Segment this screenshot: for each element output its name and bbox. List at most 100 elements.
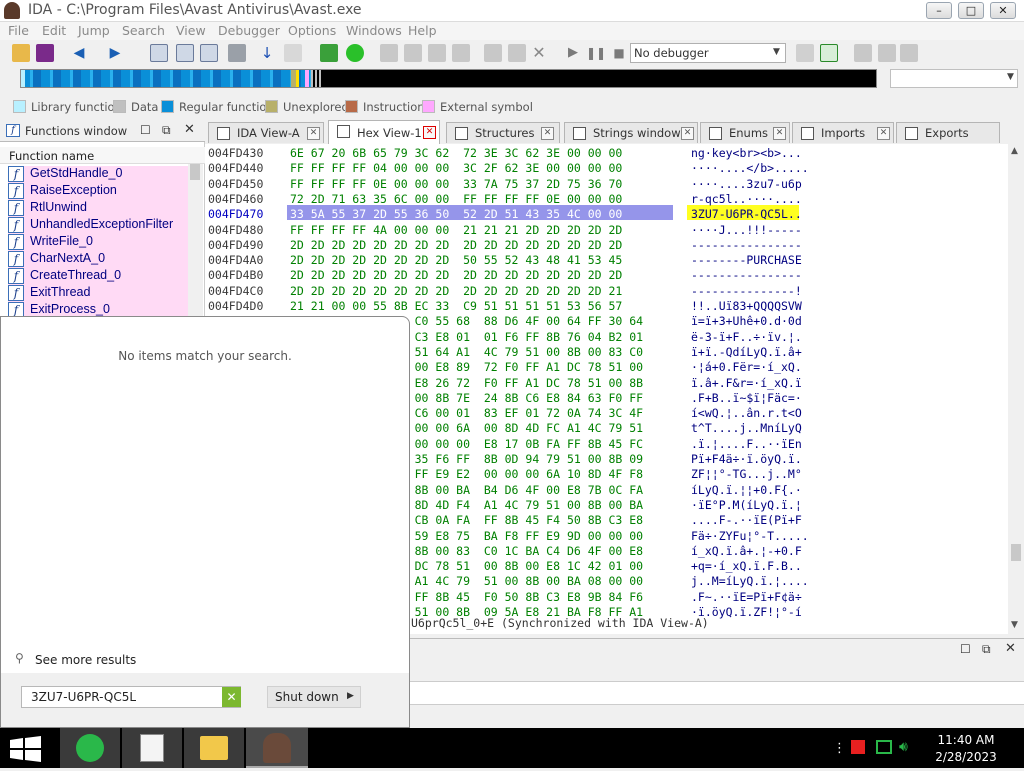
hex-ascii[interactable]: ë-3-ï+F..÷·ïv.¦.	[691, 330, 802, 344]
attach-process-icon[interactable]	[820, 44, 838, 62]
function-item[interactable]: f UnhandledExceptionFilter	[8, 217, 188, 234]
menu-view[interactable]: View	[176, 23, 206, 38]
menu-help[interactable]: Help	[408, 23, 437, 38]
tab-ida-view-a[interactable]: IDA View-A ✕	[208, 122, 324, 143]
start-search-input[interactable]: 3ZU7-U6PR-QC5L ✕	[21, 686, 241, 708]
taskbar-app-3[interactable]	[184, 728, 244, 768]
hex-bytes[interactable]: 51 64 A1 4C 79 51 00 8B 00 83 C0	[290, 345, 644, 359]
hex-bytes[interactable]: 00 00 6A 00 8D 4D FC A1 4C 79 51	[290, 421, 644, 435]
hex-bytes[interactable]: C6 00 01 83 EF 01 72 0A 74 3C 4F	[290, 406, 644, 420]
down-arrow-icon[interactable]: ↓	[258, 44, 276, 62]
function-item[interactable]: f WriteFile_0	[8, 234, 188, 251]
hex-scrollbar[interactable]: ▲ ▼	[1008, 144, 1024, 634]
hex-ascii[interactable]: j..M=íLyQ.ï.¦....	[691, 574, 809, 588]
hex-ascii[interactable]: ····J...!!!-----	[691, 223, 802, 237]
tab-exports[interactable]: Exports	[896, 122, 1000, 143]
hex-ascii[interactable]: ----------------	[691, 238, 802, 252]
tab-hex-view-1[interactable]: Hex View-1 ✕	[328, 120, 440, 144]
hex-bytes[interactable]: 00 00 00 E8 17 0B FA FF 8B 45 FC	[290, 437, 644, 451]
hex-bytes[interactable]: 6E 67 20 6B 65 79 3C 62 72 3E 3C 62 3E 0…	[290, 146, 622, 160]
taskbar-app-ida[interactable]	[246, 728, 308, 768]
hex-bytes[interactable]: 2D 2D 2D 2D 2D 2D 2D 2D 2D 2D 2D 2D 2D 2…	[290, 268, 622, 282]
hex-bytes[interactable]: 33 5A 55 37 2D 55 36 50 52 2D 51 43 35 4…	[290, 207, 622, 221]
close-panel-icon[interactable]: ✕	[184, 122, 195, 137]
restore-panel-icon[interactable]: ⧉	[162, 123, 171, 138]
hex-ascii[interactable]: ---------------!	[691, 284, 802, 298]
function-item[interactable]: f ExitThread	[8, 285, 188, 302]
stop-icon[interactable]: ■	[610, 44, 628, 62]
restore-panel-icon[interactable]: ⧉	[982, 642, 991, 657]
hex-ascii[interactable]: ï=ï+3+Uhê+0.d·0d	[691, 314, 802, 328]
hex-ascii[interactable]: ng·key<br><b>...	[691, 146, 802, 160]
function-name-column-header[interactable]: Function name	[0, 147, 205, 164]
hex-bytes[interactable]: 51 00 8B 09 5A E8 21 BA F8 FF A1	[290, 605, 644, 619]
tab-close-icon[interactable]: ✕	[307, 127, 320, 140]
hex-ascii[interactable]: ·¦á+0.Fër=·í_xQ.	[691, 360, 802, 374]
tools-icon[interactable]	[900, 44, 918, 62]
hex-ascii[interactable]: íLyQ.ï.¦¦+0.F{.·	[691, 483, 802, 497]
hex-ascii[interactable]: í_xQ.ï.â+.¦-+0.F	[691, 544, 802, 558]
binary-100-icon[interactable]	[200, 44, 218, 62]
maximize-button[interactable]: □	[958, 2, 984, 19]
taskbar-app-1[interactable]	[60, 728, 120, 768]
menu-options[interactable]: Options	[288, 23, 336, 38]
hex-ascii[interactable]: .F+B..ï~$ï¦Fäc=·	[691, 391, 802, 405]
clock-time[interactable]: 11:40 AM	[928, 733, 1004, 747]
hex-view[interactable]: 004FD430 6E 67 20 6B 65 79 3C 62 72 3E 3C…	[205, 144, 1024, 634]
menu-windows[interactable]: Windows	[346, 23, 402, 38]
back-arrow-icon[interactable]: ◀	[70, 44, 88, 62]
structure-icon[interactable]	[380, 44, 398, 62]
hex-ascii[interactable]: !!..Uï83+QQQQSVW	[691, 299, 802, 313]
hex-ascii[interactable]: +q=·í_xQ.ï.F.B..	[691, 559, 802, 573]
watch-icon[interactable]	[878, 44, 896, 62]
minimize-button[interactable]: –	[926, 2, 952, 19]
forward-arrow-icon[interactable]: ▶	[106, 44, 124, 62]
hex-bytes[interactable]: 2D 2D 2D 2D 2D 2D 2D 2D 2D 2D 2D 2D 2D 2…	[290, 284, 622, 298]
hex-scroll-thumb[interactable]	[1011, 544, 1021, 561]
hex-ascii[interactable]: ZF¦¦°-TG...j..M°	[691, 467, 802, 481]
tab-strings-window[interactable]: Strings window ✕	[564, 122, 698, 143]
xref-icon[interactable]	[484, 44, 502, 62]
hex-ascii[interactable]: ï.â+.F&r=·í_xQ.ï	[691, 376, 802, 390]
edit-icon[interactable]	[284, 44, 302, 62]
open-folder-icon[interactable]	[12, 44, 30, 62]
functions-scrollbar[interactable]	[188, 164, 203, 320]
hex-ascii[interactable]: Fä÷·ZYFu¦°-T.....	[691, 529, 809, 543]
volume-icon[interactable]: 🔊︎	[899, 739, 908, 755]
hex-bytes[interactable]: 72 2D 71 63 35 6C 00 00 FF FF FF FF 0E 0…	[290, 192, 622, 206]
binoculars-icon[interactable]	[228, 44, 246, 62]
hex-ascii[interactable]: ·ïE°P.M(íLyQ.ï.¦	[691, 498, 802, 512]
hex-ascii[interactable]: í<wQ.¦..ân.r.t<O	[691, 406, 802, 420]
tab-close-icon[interactable]: ✕	[541, 127, 554, 140]
tab-imports[interactable]: Imports ✕	[792, 122, 894, 143]
hex-ascii[interactable]: ·ï.öyQ.ï.ZF!¦°-í	[691, 605, 802, 619]
hex-bytes[interactable]: E8 26 72 F0 FF A1 DC 78 51 00 8B	[290, 376, 644, 390]
close-button[interactable]: ✕	[990, 2, 1016, 19]
run-icon[interactable]: ▶	[564, 44, 582, 62]
enum-icon[interactable]	[404, 44, 422, 62]
hex-bytes[interactable]: FF E9 E2 00 00 00 6A 10 8D 4F F8	[290, 467, 644, 481]
hex-ascii[interactable]: ....F-.··ïE(Pï+F	[691, 513, 802, 527]
menu-jump[interactable]: Jump	[78, 23, 110, 38]
tab-close-icon[interactable]: ✕	[877, 127, 890, 140]
hex-bytes[interactable]: 59 E8 75 BA F8 FF E9 9D 00 00 00	[290, 529, 644, 543]
hex-bytes[interactable]: 8B 00 BA B4 D6 4F 00 E8 7B 0C FA	[290, 483, 644, 497]
overflow-icon[interactable]: ⋮	[833, 741, 846, 756]
function-item[interactable]: f RtlUnwind	[8, 200, 188, 217]
hex-bytes[interactable]: 00 8B 7E 24 8B C6 E8 84 63 F0 FF	[290, 391, 644, 405]
hex-bytes[interactable]: 2D 2D 2D 2D 2D 2D 2D 2D 50 55 52 43 48 4…	[290, 253, 622, 267]
start-button[interactable]	[0, 728, 52, 768]
tab-enums[interactable]: Enums ✕	[700, 122, 790, 143]
hex-bytes[interactable]: 2D 2D 2D 2D 2D 2D 2D 2D 2D 2D 2D 2D 2D 2…	[290, 238, 622, 252]
hex-bytes[interactable]: FF 8B 45 F0 50 8B C3 E8 9B 84 F6	[290, 590, 644, 604]
hex-ascii[interactable]: ï+ï.-QdíLyQ.ï.â+	[691, 345, 802, 359]
hex-bytes[interactable]: C0 55 68 88 D6 4F 00 64 FF 30 64	[290, 314, 644, 328]
tab-close-icon[interactable]: ✕	[773, 127, 786, 140]
hex-ascii[interactable]: r-qc5l..····....	[691, 192, 802, 206]
green-circle-icon[interactable]	[346, 44, 364, 62]
green-play-icon[interactable]	[320, 44, 338, 62]
float-panel-icon[interactable]: ☐	[140, 123, 151, 137]
navigation-band[interactable]	[20, 69, 877, 88]
hex-bytes[interactable]: 35 F6 FF 8B 0D 94 79 51 00 8B 09	[290, 452, 644, 466]
add-member-icon[interactable]	[428, 44, 446, 62]
